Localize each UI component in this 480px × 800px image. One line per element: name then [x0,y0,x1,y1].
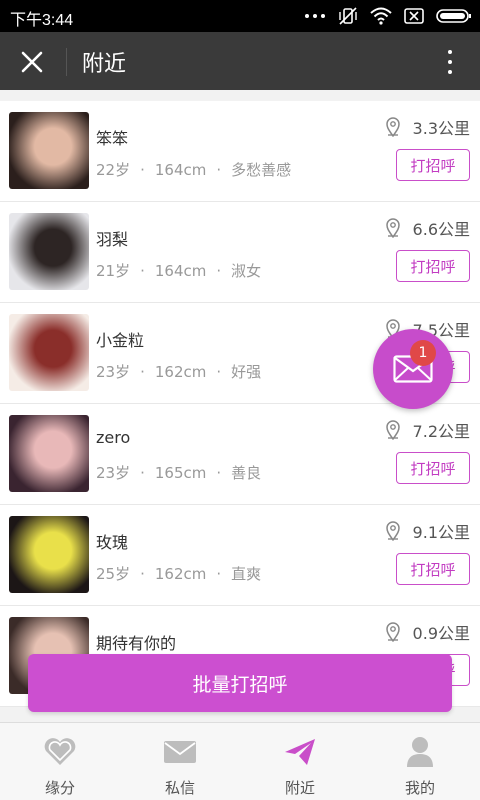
avatar[interactable] [9,415,89,492]
distance-value: 3.3公里 [412,119,470,138]
distance-value: 7.2公里 [412,422,470,441]
nav-item-mine[interactable]: 我的 [360,723,480,800]
user-height: 164cm [154,262,207,280]
title-divider [66,48,67,76]
paper-plane-icon [283,735,317,769]
user-row[interactable]: 笨笨 22岁 · 164cm · 多愁善感 3.3公里 打招呼 [0,101,480,202]
user-height: 164cm [154,161,207,179]
mail-icon [163,735,197,769]
unread-badge: 1 [410,340,436,366]
distance-value: 0.9公里 [412,624,470,643]
avatar[interactable] [9,314,89,391]
user-name: 期待有你的 [96,634,177,653]
location-pin-icon [385,622,401,642]
user-meta: 23岁 · 162cm · 好强 [96,363,262,381]
user-trait: 直爽 [231,565,262,583]
user-row[interactable]: 羽梨 21岁 · 164cm · 淑女 6.6公里 打招呼 [0,202,480,303]
close-button[interactable] [12,45,52,79]
nav-label: 缘分 [44,779,75,797]
user-trait: 好强 [231,363,262,381]
location-pin-icon [385,218,401,238]
user-row[interactable]: zero 23岁 · 165cm · 善良 7.2公里 打招呼 [0,404,480,505]
nav-label: 私信 [164,779,195,797]
floating-mail-button[interactable] [373,329,453,409]
nav-label: 我的 [404,779,435,797]
user-meta: 22岁 · 164cm · 多愁善感 [96,161,292,179]
user-age: 25岁 [96,565,131,583]
user-meta: 21岁 · 164cm · 淑女 [96,262,262,280]
distance: 6.6公里 [385,216,470,240]
status-icons [304,6,472,26]
signal-dots-icon [304,13,326,19]
user-name: 玫瑰 [96,533,129,552]
nav-label: 附近 [284,779,315,797]
distance: 3.3公里 [385,115,470,139]
distance-value: 6.6公里 [412,220,470,239]
distance: 9.1公里 [385,519,470,543]
location-pin-icon [385,420,401,440]
user-meta: 23岁 · 165cm · 善良 [96,464,262,482]
nav-item-fate[interactable]: 缘分 [0,723,120,800]
avatar[interactable] [9,516,89,593]
user-age: 23岁 [96,363,131,381]
user-age: 22岁 [96,161,131,179]
user-age: 23岁 [96,464,131,482]
user-height: 162cm [154,363,207,381]
greet-button[interactable]: 打招呼 [396,553,470,585]
user-name: 小金粒 [96,331,145,350]
user-trait: 淑女 [231,262,262,280]
user-meta: 25岁 · 162cm · 直爽 [96,565,262,583]
user-height: 165cm [154,464,207,482]
heart-icon [43,735,77,769]
vibrate-off-icon [338,6,358,26]
bottom-nav: 缘分 私信 附近 我的 [0,722,480,800]
page-title: 附近 [82,52,127,77]
sim-off-icon [404,8,424,24]
distance-value: 9.1公里 [412,523,470,542]
greet-button[interactable]: 打招呼 [396,452,470,484]
user-name: 羽梨 [96,230,129,249]
user-trait: 善良 [231,464,262,482]
user-name: 笨笨 [96,129,129,148]
person-icon [405,735,435,769]
more-dot-icon [448,50,452,54]
greet-button[interactable]: 打招呼 [396,250,470,282]
distance: 7.2公里 [385,418,470,442]
location-pin-icon [385,117,401,137]
distance: 0.9公里 [385,620,470,644]
batch-greet-button[interactable]: 批量打招呼 [28,654,452,712]
more-dot-icon [448,60,452,64]
wifi-icon [370,7,392,25]
title-bar: 附近 [0,32,480,90]
status-bar: 下午3:44 [0,0,480,32]
user-height: 162cm [154,565,207,583]
status-time: 下午3:44 [10,12,74,29]
nav-item-nearby[interactable]: 附近 [240,723,360,800]
avatar[interactable] [9,112,89,189]
nav-item-messages[interactable]: 私信 [120,723,240,800]
battery-icon [436,8,472,24]
avatar[interactable] [9,213,89,290]
user-row[interactable]: 玫瑰 25岁 · 162cm · 直爽 9.1公里 打招呼 [0,505,480,606]
greet-button[interactable]: 打招呼 [396,149,470,181]
location-pin-icon [385,521,401,541]
close-icon [21,51,43,73]
more-dot-icon [448,70,452,74]
user-age: 21岁 [96,262,131,280]
user-trait: 多愁善感 [231,161,292,179]
user-name: zero [96,428,131,447]
more-options-button[interactable] [442,48,458,76]
